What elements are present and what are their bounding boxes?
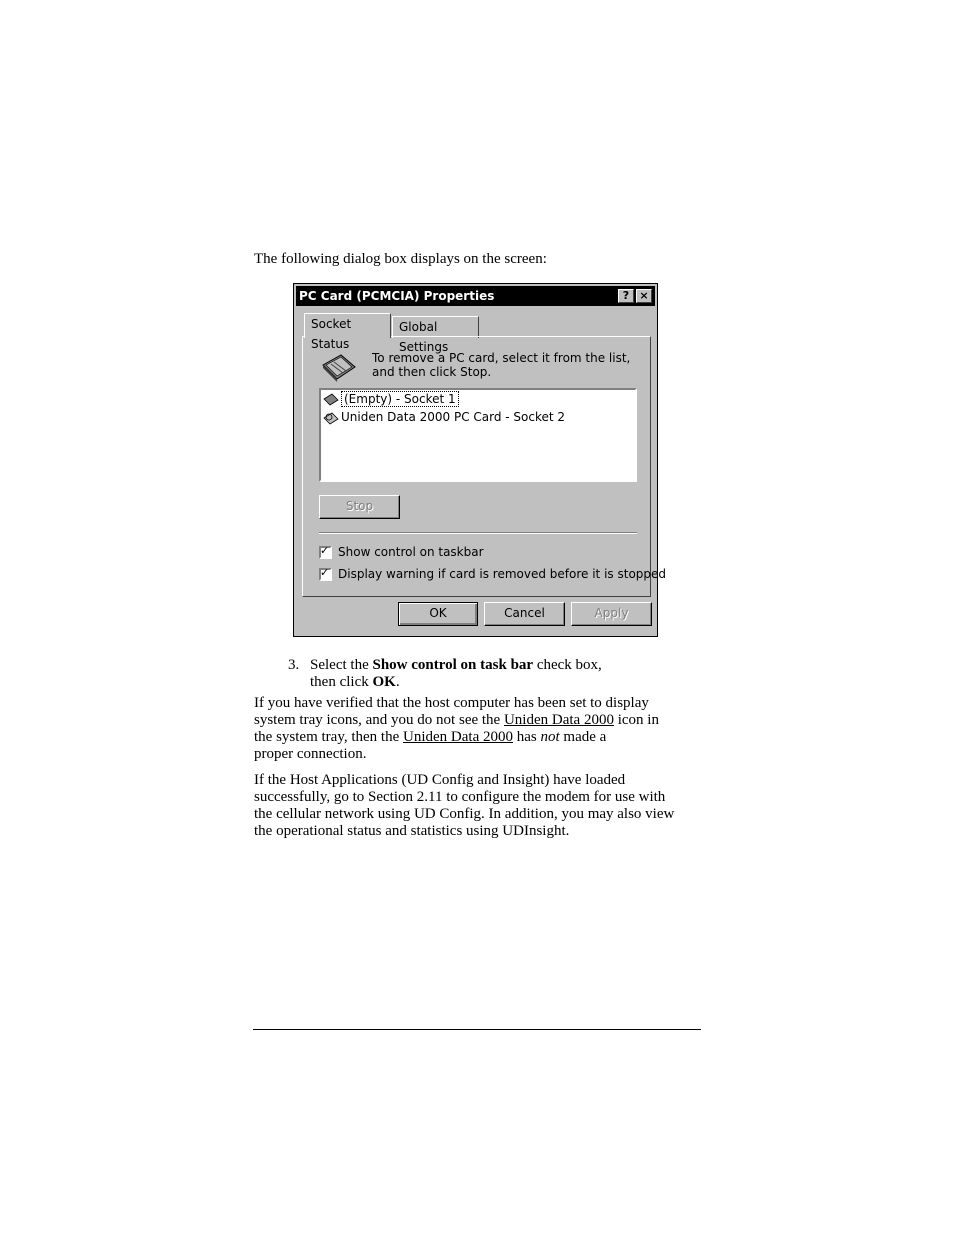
paragraph-verify: If you have verified that the host compu… <box>254 695 704 763</box>
para-line: the operational status and statistics us… <box>254 823 570 839</box>
modem-card-icon <box>323 411 339 425</box>
show-control-checkbox[interactable] <box>319 544 332 559</box>
para-line: If the Host Applications (UD Config and … <box>254 772 626 788</box>
display-warning-checkbox-row[interactable]: Display warning if card is removed befor… <box>319 566 667 583</box>
paragraph-host-apps: If the Host Applications (UD Config and … <box>254 772 704 840</box>
list-item[interactable]: (Empty) - Socket 1 <box>323 391 459 408</box>
para-line: the system tray, then the <box>254 729 403 745</box>
pc-card-properties-dialog: PC Card (PCMCIA) Properties ? × Socket S… <box>293 283 666 637</box>
step-number: 3. <box>288 657 300 673</box>
para-line: proper connection. <box>254 746 367 762</box>
empty-socket-icon <box>323 392 339 406</box>
show-control-label: Show control on taskbar <box>338 545 484 559</box>
pc-card-icon <box>322 354 356 382</box>
para-line: successfully, go to Section 2.11 to conf… <box>254 789 666 805</box>
step-text: Select the Show control on task bar chec… <box>310 657 710 691</box>
tab-socket-status[interactable]: Socket Status <box>304 313 391 351</box>
para-line: If you have verified that the host compu… <box>254 695 649 711</box>
para-line: system tray icons, and you do not see th… <box>254 712 504 728</box>
tab-global-settings[interactable]: Global Settings <box>392 316 479 354</box>
uniden-data-link: Uniden Data 2000 <box>403 729 513 745</box>
dialog-titlebar: PC Card (PCMCIA) Properties ? × <box>296 286 655 306</box>
uniden-data-link: Uniden Data 2000 <box>503 712 614 728</box>
step-text-part: check box, <box>533 657 602 673</box>
info-text: To remove a PC card, select it from the … <box>372 351 631 379</box>
list-item[interactable]: Uniden Data 2000 PC Card - Socket 2 <box>323 409 565 426</box>
stop-button[interactable]: Stop <box>319 495 400 519</box>
ok-button[interactable]: OK <box>398 602 478 626</box>
pc-card-listbox[interactable]: (Empty) - Socket 1 Uniden Data 2000 PC C… <box>319 388 637 482</box>
list-item-label: Uniden Data 2000 PC Card - Socket 2 <box>341 410 566 424</box>
display-warning-label: Display warning if card is removed befor… <box>338 567 667 581</box>
step-text-part: . <box>395 674 400 690</box>
divider <box>319 532 637 534</box>
help-button[interactable]: ? <box>618 289 634 303</box>
footer-rule <box>253 1029 701 1030</box>
emphasis-not: not <box>540 729 560 745</box>
list-item-label: (Empty) - Socket 1 <box>341 391 459 407</box>
cancel-button[interactable]: Cancel <box>484 602 565 626</box>
para-line: icon in <box>613 712 659 728</box>
para-line: has <box>512 729 541 745</box>
dialog-title: PC Card (PCMCIA) Properties <box>299 289 495 303</box>
show-control-checkbox-row[interactable]: Show control on taskbar <box>319 544 484 561</box>
step-text-part: Select the <box>310 657 373 673</box>
para-line: made a <box>559 729 607 745</box>
socket-status-panel: To remove a PC card, select it from the … <box>302 336 666 597</box>
apply-button[interactable]: Apply <box>571 602 652 626</box>
close-button[interactable]: × <box>636 289 652 303</box>
step-text-part: then click <box>310 674 373 690</box>
para-line: the cellular network using UD Config. In… <box>254 806 675 822</box>
step-bold-ok: OK <box>372 674 396 690</box>
display-warning-checkbox[interactable] <box>319 566 332 581</box>
step-bold-checkbox-name: Show control on task bar <box>372 657 534 673</box>
intro-text: The following dialog box displays on the… <box>254 251 547 267</box>
